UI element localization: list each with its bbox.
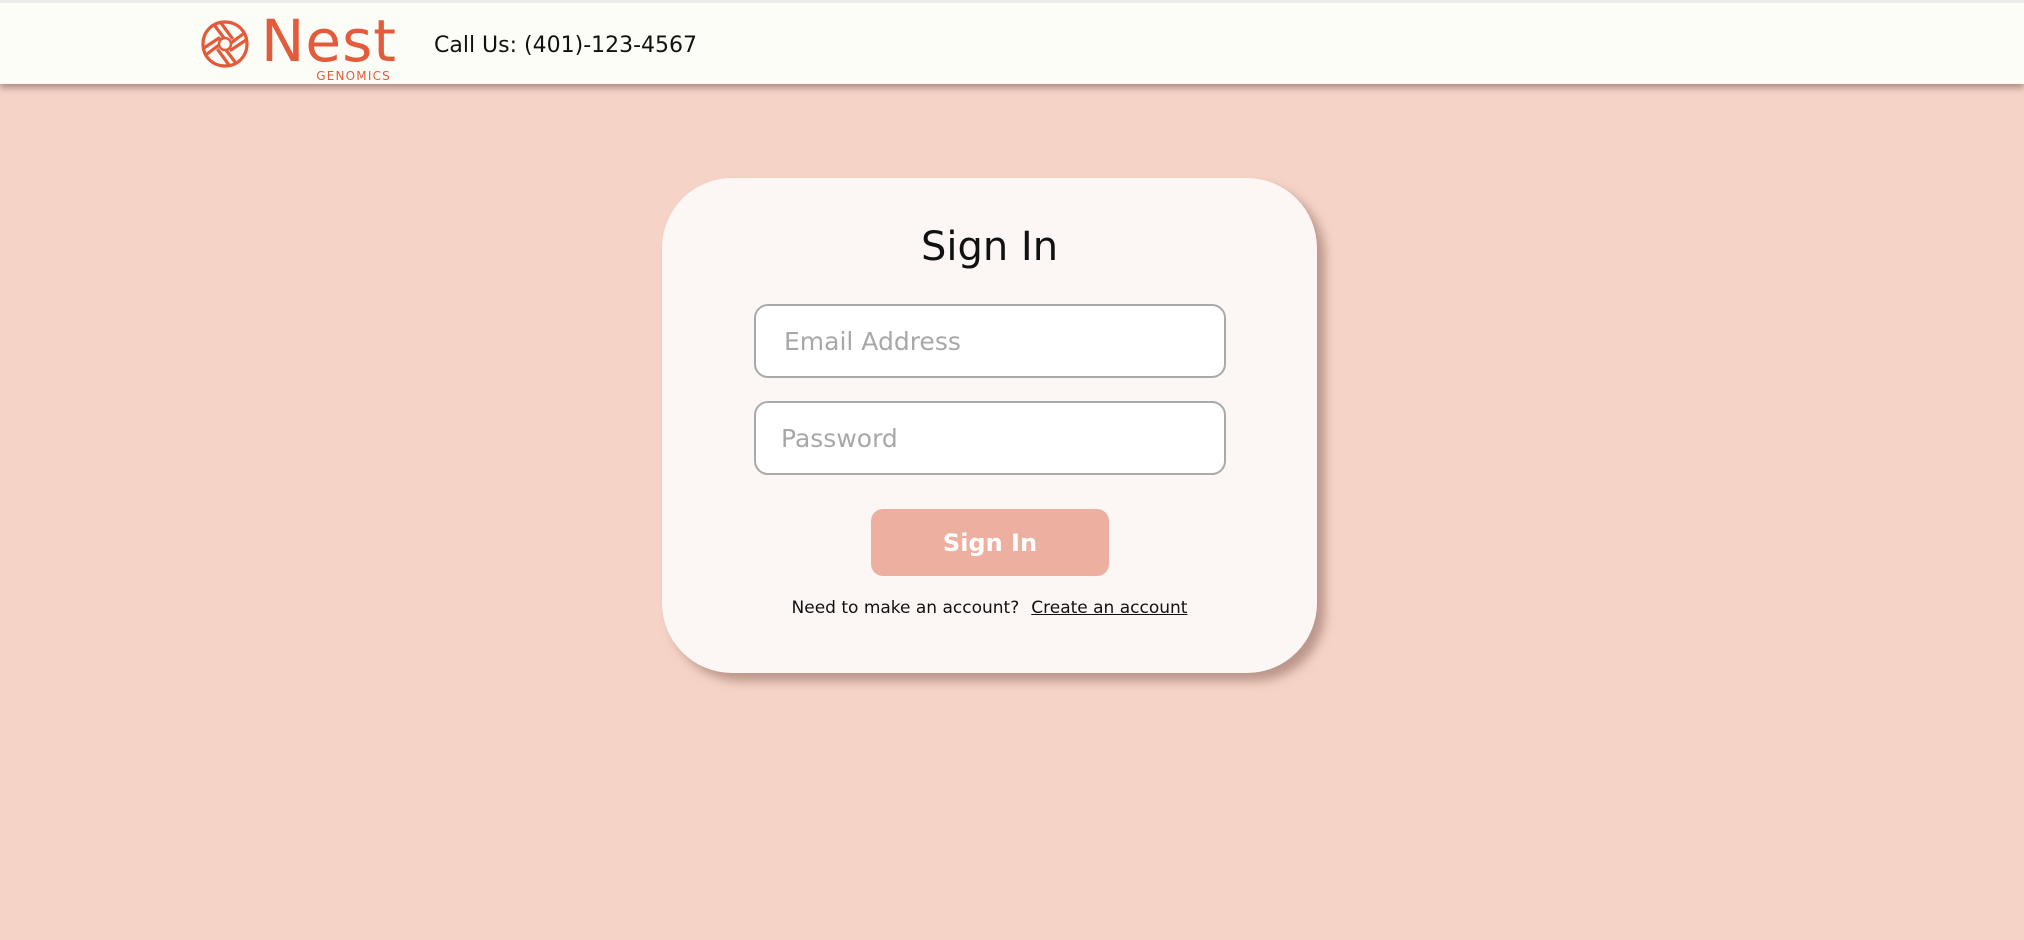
- signin-button[interactable]: Sign In: [871, 509, 1109, 576]
- email-field[interactable]: [754, 304, 1226, 378]
- signin-card: Sign In Sign In Need to make an account?…: [662, 178, 1317, 673]
- account-prompt: Need to make an account?: [791, 598, 1020, 618]
- create-account-row: Need to make an account? Create an accoun…: [662, 598, 1317, 618]
- create-account-link[interactable]: Create an account: [1031, 598, 1187, 618]
- site-header: Nest GENOMICS Call Us: (401)-123-4567: [0, 0, 2024, 84]
- brand-name: Nest: [261, 7, 398, 75]
- signin-title: Sign In: [920, 224, 1059, 270]
- spiral-logo-icon: [201, 20, 249, 68]
- call-us-text: Call Us: (401)-123-4567: [434, 33, 698, 58]
- password-field[interactable]: [754, 401, 1226, 475]
- brand-wordmark: Nest GENOMICS: [261, 7, 396, 83]
- brand-subtitle: GENOMICS: [316, 69, 391, 83]
- brand-logo[interactable]: Nest GENOMICS: [197, 7, 396, 83]
